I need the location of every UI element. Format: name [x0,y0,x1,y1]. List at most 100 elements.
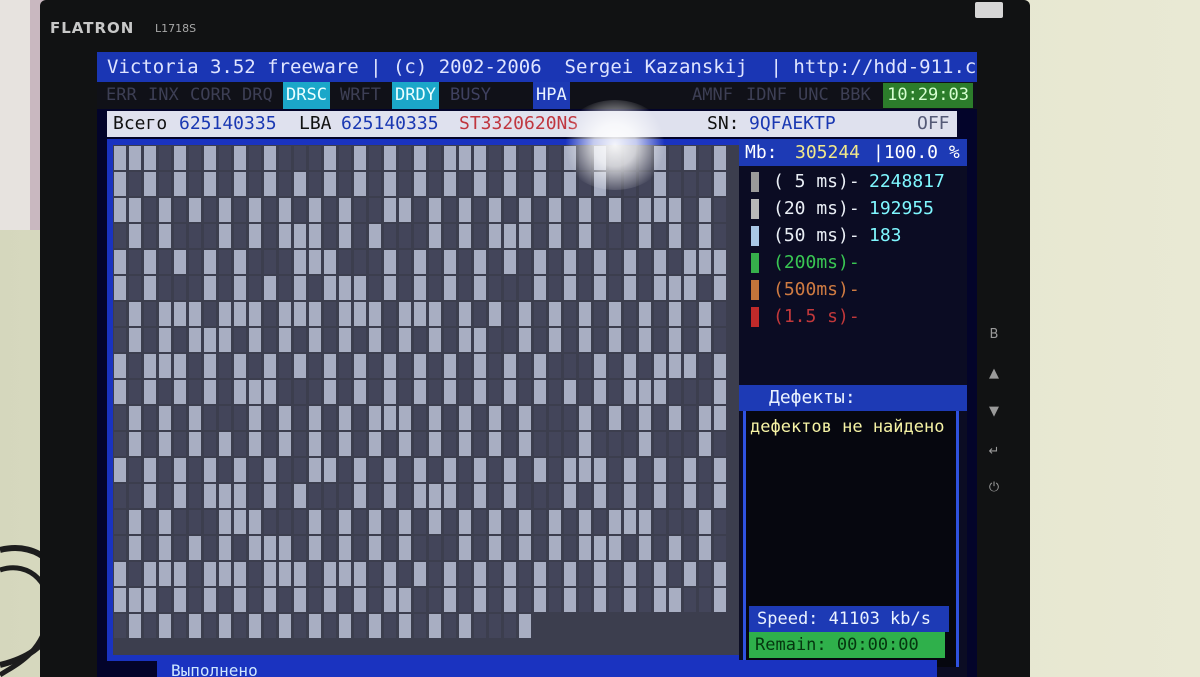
scan-block [654,380,666,404]
scan-block [129,380,141,404]
scan-block [249,432,261,456]
scan-block [189,328,201,352]
latency-500ms: (500ms)- [739,277,967,303]
monitor-power-button[interactable]: ⏻ [984,480,1004,495]
scan-block [264,146,276,170]
scan-block [144,198,156,222]
scan-block [579,224,591,248]
scan-block [294,250,306,274]
monitor-up-button[interactable]: ▲ [984,366,1004,381]
scan-block [249,458,261,482]
scan-block [369,484,381,508]
scan-block [714,302,726,326]
scan-block [114,432,126,456]
scan-block [669,458,681,482]
scan-block [204,536,216,560]
scan-block [654,224,666,248]
monitor-enter-button[interactable]: ↵ [984,444,1004,459]
scan-block [579,146,591,170]
scan-block [579,562,591,586]
scan-block [264,328,276,352]
latency-200ms: (200ms)- [739,250,967,276]
scan-block [249,198,261,222]
scan-block [219,510,231,534]
scan-block [384,614,396,638]
scan-block [129,510,141,534]
scan-block [114,328,126,352]
scan-block [489,146,501,170]
scan-block [234,172,246,196]
scan-block [354,250,366,274]
scan-block [339,484,351,508]
scan-block [684,302,696,326]
scan-block [699,588,711,612]
scan-block [489,406,501,430]
scan-block [654,276,666,300]
scan-block [384,250,396,274]
scan-block [189,380,201,404]
energy-badge [975,2,1003,18]
scan-block [144,458,156,482]
scan-block [159,536,171,560]
scan-block [714,250,726,274]
scan-block [114,588,126,612]
scan-block [474,510,486,534]
scan-block [519,224,531,248]
scan-block [444,302,456,326]
flag-busy: BUSY [450,85,491,105]
scan-block [219,380,231,404]
scan-block [144,328,156,352]
scan-block [324,432,336,456]
scan-block [489,224,501,248]
scan-block [294,224,306,248]
scan-block [684,484,696,508]
scan-block [579,380,591,404]
scan-block [459,380,471,404]
scan-block [264,588,276,612]
scan-block [684,328,696,352]
scan-block [459,432,471,456]
scan-block [249,276,261,300]
scan-block [534,406,546,430]
scan-block [294,354,306,378]
scan-block [249,224,261,248]
scan-block [174,354,186,378]
scan-block [669,354,681,378]
monitor-b-button[interactable]: B [984,327,1004,342]
scan-block [369,380,381,404]
scan-block [474,354,486,378]
scan-block [624,484,636,508]
scan-block [624,328,636,352]
scan-block [534,276,546,300]
scan-block [369,276,381,300]
monitor-down-button[interactable]: ▼ [984,404,1004,419]
scan-block [474,562,486,586]
scan-block [144,432,156,456]
scan-block [249,536,261,560]
scan-block [354,484,366,508]
scan-block [549,302,561,326]
latency-count: 2248817 [869,171,945,192]
scan-block [654,146,666,170]
remain-value: Remain: 00:00:00 [755,635,919,655]
latency-bar [751,199,759,219]
scan-block [609,562,621,586]
scan-block [294,380,306,404]
scan-block [384,224,396,248]
scan-block [414,146,426,170]
scan-block [474,250,486,274]
scan-block [609,302,621,326]
scan-block [504,458,516,482]
scan-block [264,302,276,326]
flag-err: ERR [106,85,137,105]
scan-block [204,172,216,196]
scan-block [459,484,471,508]
scan-block [699,510,711,534]
scan-block [504,250,516,274]
scan-block [519,328,531,352]
sn-value: 9QFAEKTP [749,113,836,134]
scan-block [189,354,201,378]
scan-block [309,458,321,482]
scan-block [684,198,696,222]
scan-block [414,432,426,456]
